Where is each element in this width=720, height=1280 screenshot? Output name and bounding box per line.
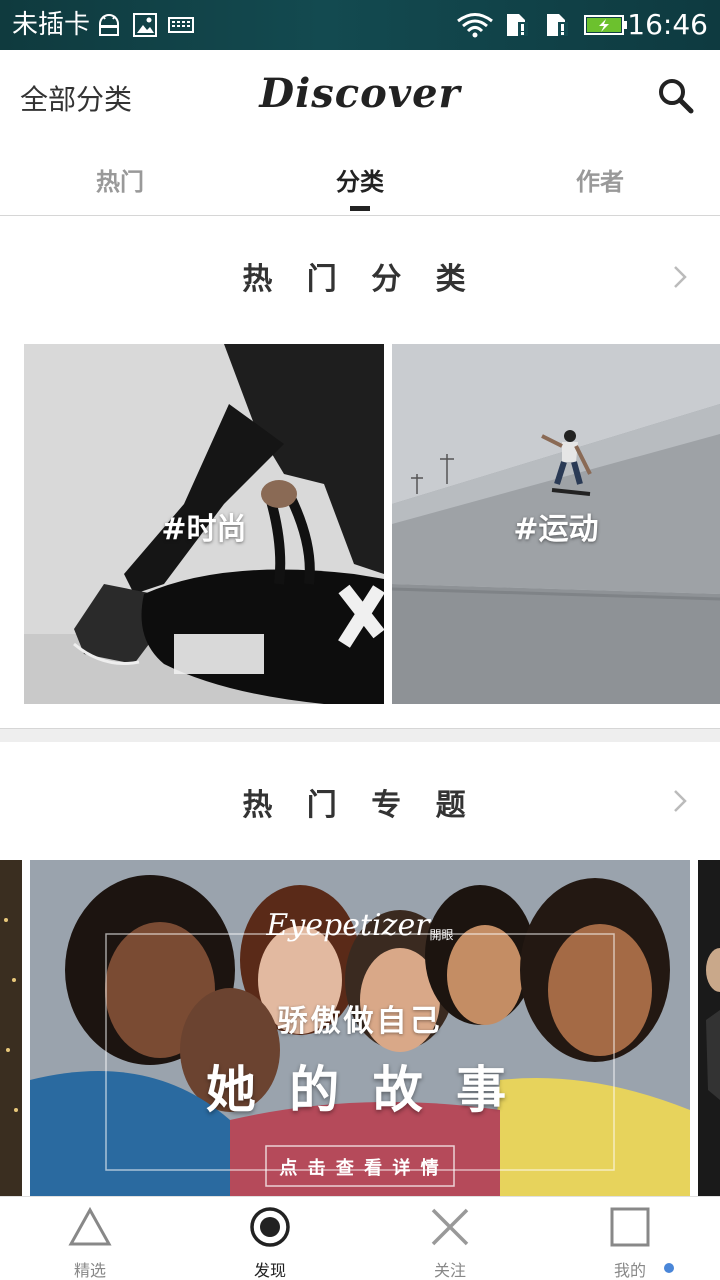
square-icon	[610, 1207, 650, 1247]
bottom-navigation: 精选 发现 关注 我的	[0, 1196, 720, 1280]
hot-categories-title: 热 门 分 类	[242, 262, 478, 297]
topic-photo	[0, 860, 22, 1196]
category-label: #时尚	[161, 512, 247, 547]
nav-discover[interactable]: 发现	[180, 1197, 360, 1280]
nav-label: 精选	[73, 1261, 106, 1280]
battery-charging-icon	[584, 15, 627, 35]
brand-name: Eyepetizer	[266, 908, 430, 943]
circle-target-icon	[250, 1207, 290, 1247]
hot-topics-title: 热 门 专 题	[242, 788, 478, 823]
keyboard-icon	[168, 17, 194, 33]
page-title: Discover	[259, 70, 461, 117]
tab-indicator	[350, 206, 370, 211]
topic-card-previous[interactable]	[0, 860, 22, 1196]
category-card-sports[interactable]: #运动	[392, 344, 720, 704]
topic-banner-her-story[interactable]: Eyepetizer開眼 骄傲做自己 她 的 故 事 点 击 查 看 详 情	[30, 860, 690, 1196]
android-icon	[99, 14, 119, 36]
topic-headline: 她 的 故 事	[205, 1061, 515, 1119]
status-bar: 未插卡 16:46	[0, 0, 720, 50]
discover-tabs: 热门 分类 作者	[0, 146, 720, 216]
section-divider	[0, 728, 720, 742]
image-icon	[133, 13, 157, 37]
wifi-icon	[457, 13, 493, 38]
clock: 16:46	[627, 8, 708, 41]
category-label: #运动	[513, 512, 599, 547]
topic-card-next[interactable]	[698, 860, 720, 1196]
x-cross-icon	[431, 1208, 469, 1246]
chevron-right-icon[interactable]	[670, 262, 690, 292]
nav-label: 发现	[253, 1261, 286, 1280]
search-icon[interactable]	[656, 76, 696, 116]
sim-alert-icon	[507, 14, 528, 36]
tab-hot[interactable]: 热门	[0, 162, 240, 197]
nav-mine[interactable]: 我的	[540, 1197, 720, 1280]
topic-subtitle: 骄傲做自己	[277, 1004, 443, 1039]
nav-following[interactable]: 关注	[360, 1197, 540, 1280]
category-card-fashion[interactable]: #时尚	[24, 344, 384, 704]
nav-featured[interactable]: 精选	[0, 1197, 180, 1280]
sim-alert-icon	[547, 14, 568, 36]
carrier-label: 未插卡	[12, 10, 91, 40]
view-details-button[interactable]: 点 击 查 看 详 情	[30, 1154, 690, 1180]
app-header: 全部分类 Discover	[0, 50, 720, 146]
brand-name-cn: 開眼	[429, 928, 454, 942]
discover-screen: 未插卡 16:46 全部分类 Discover 热门 分类 作者 热 门 分 类…	[0, 0, 720, 1280]
notification-badge	[664, 1263, 674, 1273]
chevron-right-icon[interactable]	[670, 786, 690, 816]
brand-logo: Eyepetizer開眼	[30, 908, 690, 943]
nav-label: 关注	[433, 1261, 466, 1280]
triangle-icon	[68, 1206, 112, 1246]
topic-photo	[698, 860, 720, 1196]
nav-label: 我的	[613, 1261, 646, 1280]
tab-authors[interactable]: 作者	[480, 162, 720, 197]
tab-categories[interactable]: 分类	[240, 162, 480, 197]
